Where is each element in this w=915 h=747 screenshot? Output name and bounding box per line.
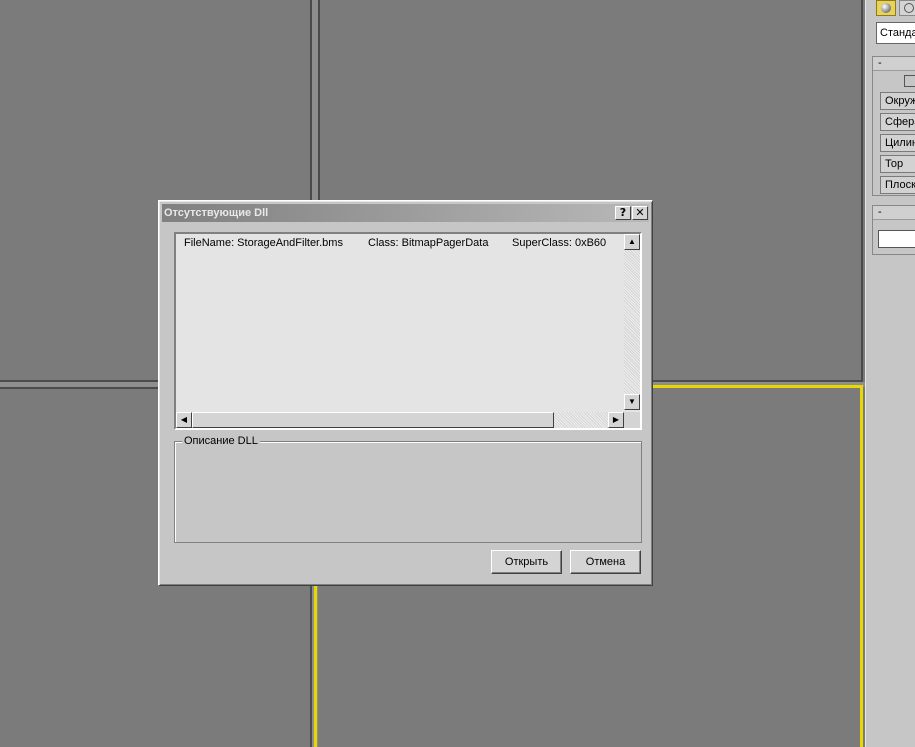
object-name-field[interactable] — [878, 230, 915, 248]
dialog-titlebar[interactable]: Отсутствующие Dll ? ✕ — [162, 204, 649, 222]
help-button[interactable]: ? — [615, 206, 631, 220]
create-torus-button[interactable]: Тор — [880, 155, 915, 173]
list-item-filename: FileName: StorageAndFilter.bms — [184, 237, 343, 249]
close-button[interactable]: ✕ — [632, 206, 648, 220]
scroll-up-arrow-icon[interactable]: ▲ — [624, 234, 640, 250]
rollout-header[interactable]: - — [873, 206, 915, 220]
missing-dll-list[interactable]: FileName: StorageAndFilter.bms Class: Bi… — [174, 232, 642, 430]
list-item-superclass: SuperClass: 0xB60 — [512, 237, 607, 249]
group-label: Описание DLL — [182, 435, 260, 447]
create-plane-button[interactable]: Плоскость — [880, 176, 915, 194]
list-item[interactable]: FileName: StorageAndFilter.bms Class: Bi… — [184, 237, 624, 251]
sphere-icon — [881, 3, 891, 13]
scroll-right-arrow-icon[interactable]: ▶ — [608, 412, 624, 428]
autogrid-checkbox[interactable] — [904, 75, 915, 87]
object-type-combo[interactable]: Стандарт — [876, 22, 915, 44]
rollout-header[interactable]: - — [873, 57, 915, 71]
shape-icon — [904, 3, 914, 13]
dll-description-group: Описание DLL — [174, 435, 642, 543]
horizontal-scroll-thumb[interactable] — [192, 412, 554, 428]
scroll-down-arrow-icon[interactable]: ▼ — [624, 394, 640, 410]
dialog-title: Отсутствующие Dll — [164, 207, 269, 219]
create-sphere-button[interactable]: Сфера — [880, 113, 915, 131]
missing-dll-dialog: Отсутствующие Dll ? ✕ FileName: StorageA… — [158, 200, 653, 586]
create-cylinder-button[interactable]: Цилиндр — [880, 134, 915, 152]
shapes-category-button[interactable] — [899, 0, 915, 16]
geometry-category-button[interactable] — [876, 0, 896, 16]
open-button[interactable]: Открыть — [491, 550, 562, 574]
create-box-button[interactable]: Окружн — [880, 92, 915, 110]
command-panel: Стандарт - Окружн Сфера Цилиндр Тор Плос… — [865, 0, 915, 747]
list-item-class: Class: BitmapPagerData — [368, 237, 489, 249]
vertical-scrollbar[interactable]: ▲ ▼ — [624, 234, 640, 410]
cancel-button[interactable]: Отмена — [570, 550, 641, 574]
scrollbar-corner — [624, 412, 640, 428]
horizontal-scrollbar[interactable]: ◀ ▶ — [176, 412, 624, 428]
scroll-left-arrow-icon[interactable]: ◀ — [176, 412, 192, 428]
